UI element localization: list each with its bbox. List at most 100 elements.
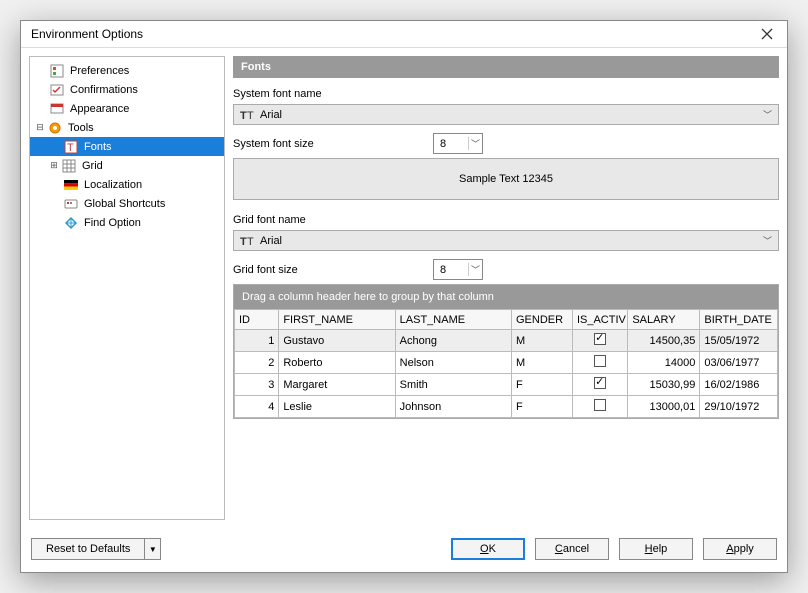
grid-size-select[interactable]: 8 ﹀ — [433, 259, 483, 280]
cell-gender[interactable]: F — [512, 374, 573, 396]
panel-header: Fonts — [233, 56, 779, 78]
cell-gender[interactable]: F — [512, 396, 573, 418]
cell-salary[interactable]: 14500,35 — [628, 330, 700, 352]
system-font-label: System font name — [233, 88, 322, 100]
help-button[interactable]: Help — [619, 538, 693, 560]
cell-active[interactable] — [572, 330, 627, 352]
svg-text:T: T — [247, 110, 254, 121]
col-first[interactable]: FIRST_NAME — [279, 310, 395, 330]
dialog-footer: Reset to Defaults ▼ OK Cancel Help Apply — [21, 528, 787, 572]
sample-grid[interactable]: Drag a column header here to group by th… — [233, 284, 779, 419]
svg-text:T: T — [240, 236, 247, 247]
col-gender[interactable]: GENDER — [512, 310, 573, 330]
chevron-down-icon: ﹀ — [468, 263, 482, 276]
cell-birth[interactable]: 16/02/1986 — [700, 374, 778, 396]
reset-defaults-button[interactable]: Reset to Defaults ▼ — [31, 538, 161, 560]
font-type-icon: TT — [240, 235, 254, 247]
cell-id[interactable]: 4 — [235, 396, 279, 418]
find-icon — [63, 215, 79, 231]
tree-grid[interactable]: ⊞ Grid — [30, 156, 224, 175]
system-size-select[interactable]: 8 ﹀ — [433, 133, 483, 154]
cell-salary[interactable]: 14000 — [628, 352, 700, 374]
tree-localization[interactable]: Localization — [30, 175, 224, 194]
titlebar: Environment Options — [21, 21, 787, 48]
system-font-select[interactable]: TT Arial ﹀ — [233, 104, 779, 125]
cell-salary[interactable]: 13000,01 — [628, 396, 700, 418]
cell-active[interactable] — [572, 396, 627, 418]
cell-first[interactable]: Gustavo — [279, 330, 395, 352]
grid-icon — [61, 158, 77, 174]
table-row[interactable]: 2RobertoNelsonM 1400003/06/1977 — [235, 352, 778, 374]
col-last[interactable]: LAST_NAME — [395, 310, 511, 330]
col-salary[interactable]: SALARY — [628, 310, 700, 330]
cell-last[interactable]: Achong — [395, 330, 511, 352]
system-size-label: System font size — [233, 138, 421, 150]
group-by-hint[interactable]: Drag a column header here to group by th… — [234, 285, 778, 309]
table-row[interactable]: 4LeslieJohnsonF 13000,0129/10/1972 — [235, 396, 778, 418]
tree-global-shortcuts[interactable]: Global Shortcuts — [30, 194, 224, 213]
svg-text:T: T — [67, 142, 74, 154]
grid-size-label: Grid font size — [233, 264, 421, 276]
tree-tools[interactable]: ⊟ Tools — [30, 118, 224, 137]
chevron-down-icon: ﹀ — [763, 234, 772, 247]
cell-last[interactable]: Smith — [395, 374, 511, 396]
fonts-icon: T — [63, 139, 79, 155]
table-row[interactable]: 3MargaretSmithF 15030,9916/02/1986 — [235, 374, 778, 396]
grid-font-value: Arial — [260, 235, 282, 247]
cell-active[interactable] — [572, 374, 627, 396]
tree-confirmations[interactable]: Confirmations — [30, 80, 224, 99]
checkbox-icon[interactable] — [594, 355, 606, 367]
table-header-row[interactable]: ID FIRST_NAME LAST_NAME GENDER IS_ACTIV … — [235, 310, 778, 330]
cell-salary[interactable]: 15030,99 — [628, 374, 700, 396]
grid-font-label: Grid font name — [233, 214, 306, 226]
preferences-icon — [49, 63, 65, 79]
options-tree[interactable]: Preferences Confirmations Appearance ⊟ T… — [29, 56, 225, 520]
expand-icon[interactable]: ⊞ — [48, 160, 60, 171]
chevron-down-icon[interactable]: ▼ — [144, 539, 160, 559]
cell-gender[interactable]: M — [512, 330, 573, 352]
checkbox-icon[interactable] — [594, 399, 606, 411]
grid-font-select[interactable]: TT Arial ﹀ — [233, 230, 779, 251]
cancel-button[interactable]: Cancel — [535, 538, 609, 560]
cell-id[interactable]: 3 — [235, 374, 279, 396]
cell-id[interactable]: 1 — [235, 330, 279, 352]
cell-active[interactable] — [572, 352, 627, 374]
system-font-value: Arial — [260, 109, 282, 121]
chevron-down-icon: ﹀ — [763, 108, 772, 121]
expand-icon[interactable]: ⊟ — [34, 122, 46, 133]
cell-first[interactable]: Margaret — [279, 374, 395, 396]
tools-icon — [47, 120, 63, 136]
font-type-icon: TT — [240, 109, 254, 121]
col-active[interactable]: IS_ACTIV — [572, 310, 627, 330]
svg-text:T: T — [247, 236, 254, 247]
cell-birth[interactable]: 03/06/1977 — [700, 352, 778, 374]
appearance-icon — [49, 101, 65, 117]
cell-first[interactable]: Roberto — [279, 352, 395, 374]
col-birth[interactable]: BIRTH_DATE — [700, 310, 778, 330]
checkbox-icon[interactable] — [594, 333, 606, 345]
cell-birth[interactable]: 29/10/1972 — [700, 396, 778, 418]
table-row[interactable]: 1GustavoAchongM 14500,3515/05/1972 — [235, 330, 778, 352]
shortcuts-icon — [63, 196, 79, 212]
cell-first[interactable]: Leslie — [279, 396, 395, 418]
col-id[interactable]: ID — [235, 310, 279, 330]
close-button[interactable] — [755, 28, 779, 40]
checkbox-icon[interactable] — [594, 377, 606, 389]
sample-text-box: Sample Text 12345 — [233, 158, 779, 200]
cell-gender[interactable]: M — [512, 352, 573, 374]
data-table[interactable]: ID FIRST_NAME LAST_NAME GENDER IS_ACTIV … — [234, 309, 778, 418]
ok-button[interactable]: OK — [451, 538, 525, 560]
cell-birth[interactable]: 15/05/1972 — [700, 330, 778, 352]
apply-button[interactable]: Apply — [703, 538, 777, 560]
tree-find-option[interactable]: Find Option — [30, 213, 224, 232]
cell-id[interactable]: 2 — [235, 352, 279, 374]
cell-last[interactable]: Johnson — [395, 396, 511, 418]
tree-fonts[interactable]: T Fonts — [30, 137, 224, 156]
tree-preferences[interactable]: Preferences — [30, 61, 224, 80]
window-title: Environment Options — [31, 27, 143, 41]
cell-last[interactable]: Nelson — [395, 352, 511, 374]
confirmations-icon — [49, 82, 65, 98]
tree-appearance[interactable]: Appearance — [30, 99, 224, 118]
chevron-down-icon: ﹀ — [468, 137, 482, 150]
svg-text:T: T — [240, 110, 247, 121]
